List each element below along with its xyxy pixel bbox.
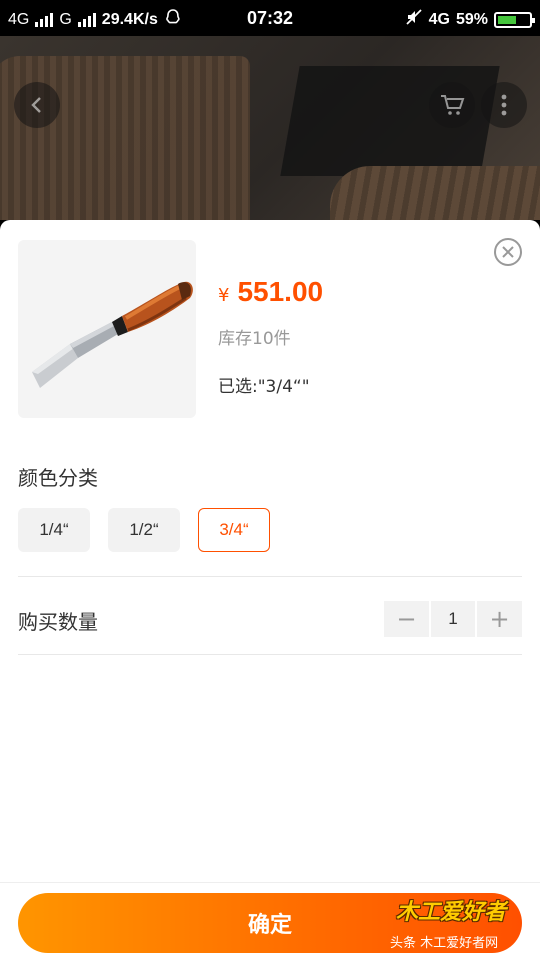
more-vertical-icon	[501, 94, 507, 116]
bottom-divider	[0, 882, 540, 883]
sku-sheet: ¥ 551.00 库存10件 已选:"3/4“" 颜色分类 1/4“ 1/2“ …	[0, 220, 540, 960]
battery-percent: 59%	[455, 10, 488, 28]
increment-button[interactable]: +	[477, 601, 522, 637]
chisel-image	[32, 281, 193, 388]
stock-text: 库存10件	[218, 329, 291, 349]
cart-button[interactable]	[429, 82, 475, 128]
option-3-4[interactable]: 3/4“	[198, 508, 270, 552]
status-right: 4G 59%	[405, 8, 535, 31]
product-background	[0, 36, 540, 220]
selected-sku-text: 已选:"3/4“"	[218, 377, 310, 397]
close-button[interactable]	[494, 238, 522, 266]
watermark: 木工爱好者 头条 木工爱好者网	[390, 892, 536, 958]
background-wood-block	[0, 56, 250, 220]
network-label-3: 4G	[428, 10, 450, 28]
quantity-stepper: − 1 +	[384, 601, 522, 637]
currency-symbol: ¥	[218, 285, 230, 306]
close-icon	[502, 246, 514, 258]
chevron-left-icon	[31, 97, 41, 113]
status-bar: 4G G 29.4K/s 07:32 4G 59%	[0, 0, 540, 36]
watermark-caption: 头条 木工爱好者网	[390, 936, 499, 951]
watermark-logo: 木工爱好者	[396, 900, 507, 925]
battery-icon	[494, 11, 535, 28]
divider	[18, 576, 522, 577]
quantity-section-title: 购买数量	[18, 610, 98, 634]
color-section-title: 颜色分类	[18, 466, 98, 490]
background-wood-block-2	[330, 166, 540, 220]
back-button[interactable]	[14, 82, 60, 128]
divider-2	[18, 654, 522, 655]
cart-icon	[441, 95, 465, 115]
option-1-4[interactable]: 1/4“	[18, 508, 90, 552]
decrement-button[interactable]: −	[384, 601, 429, 637]
quantity-value[interactable]: 1	[431, 601, 475, 637]
more-button[interactable]	[481, 82, 527, 128]
price-amount: 551.00	[237, 276, 324, 307]
mute-icon	[405, 8, 423, 31]
option-1-2[interactable]: 1/2“	[108, 508, 180, 552]
price: ¥ 551.00	[218, 276, 323, 308]
product-thumbnail	[18, 240, 196, 418]
